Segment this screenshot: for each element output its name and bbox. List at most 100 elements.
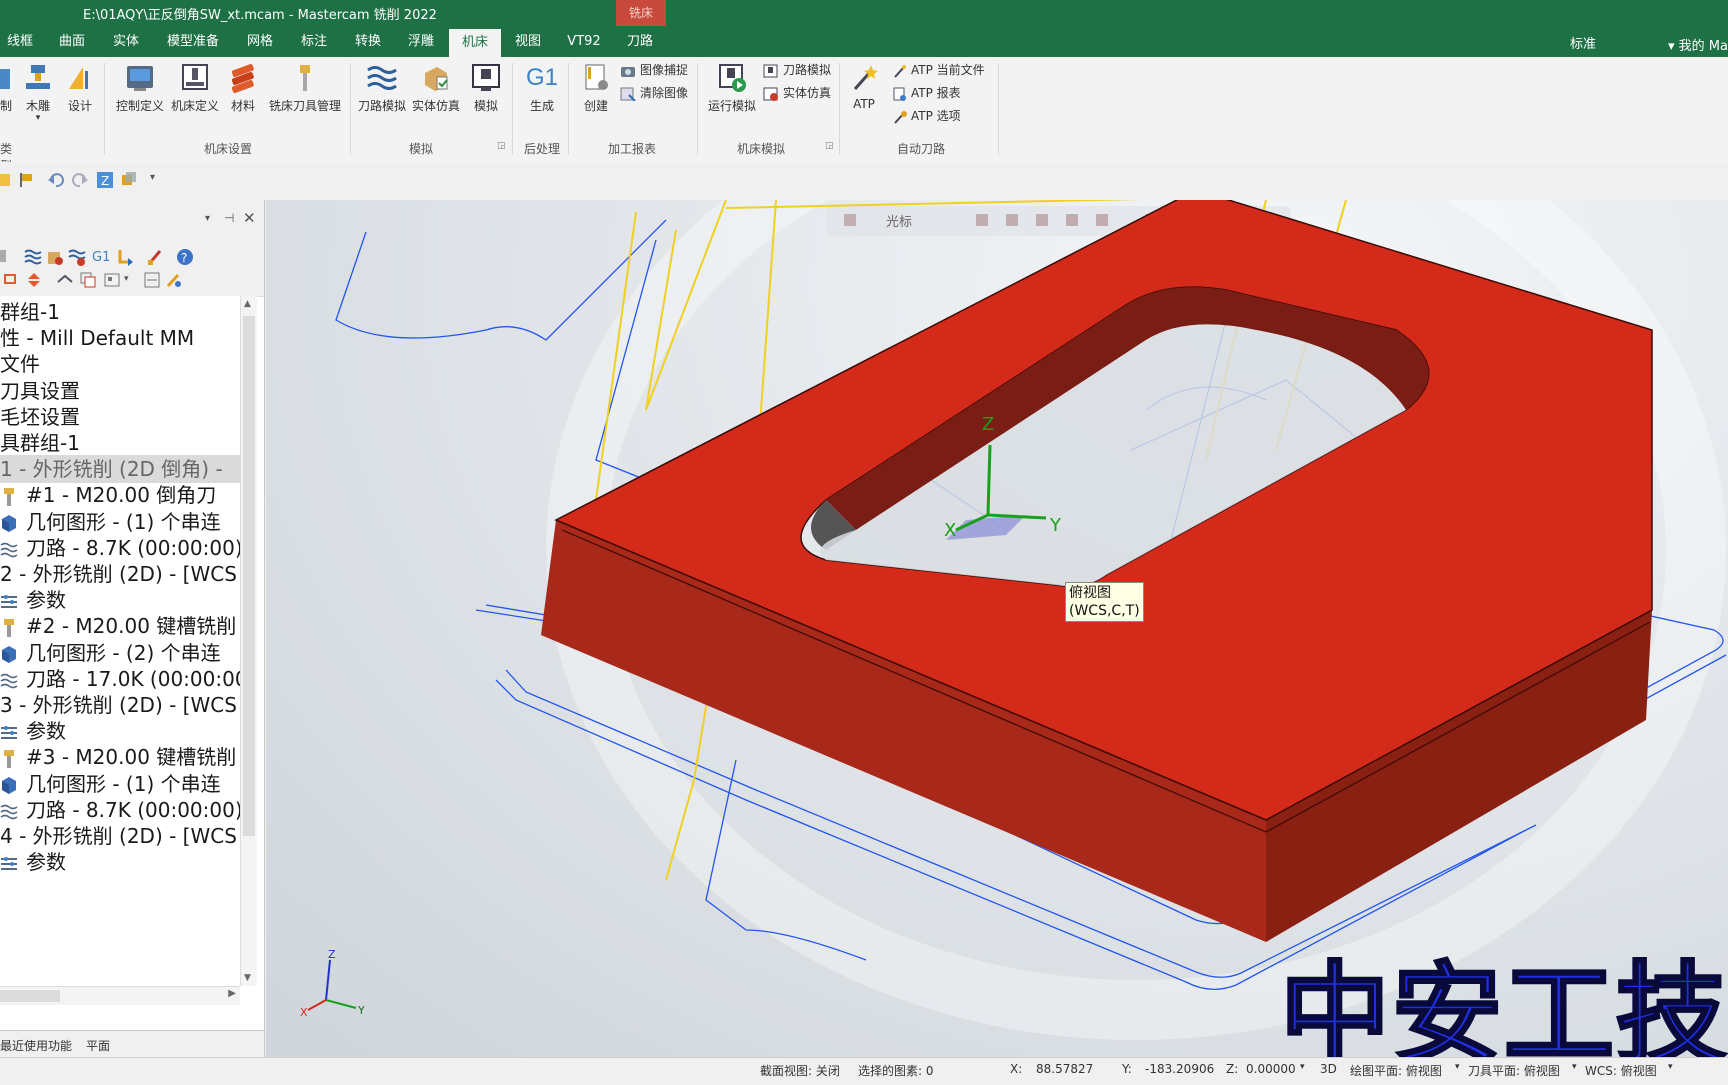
tab-vt92[interactable]: VT92 <box>561 26 607 57</box>
tool-plane-status[interactable]: 刀具平面: 俯视图 <box>1468 1062 1560 1079</box>
tab-view[interactable]: 视图 <box>508 26 548 57</box>
simulate-button[interactable]: 模拟 <box>466 63 506 114</box>
tab-planes[interactable]: 平面 <box>86 1037 110 1054</box>
display-options-dropdown-icon[interactable]: ▾ <box>124 274 129 284</box>
z-coord-value[interactable]: 0.00000 <box>1246 1062 1296 1076</box>
scroll-up-icon[interactable]: ▲ <box>244 299 251 309</box>
scroll-thumb[interactable] <box>243 316 255 836</box>
tab-wireframe[interactable]: 线框 <box>0 26 40 57</box>
draw-plane-dropdown-icon[interactable]: ▾ <box>1455 1062 1460 1072</box>
tree-item[interactable]: 几何图形 - (1) 个串连 <box>0 508 240 536</box>
up-down-arrows-icon[interactable] <box>26 272 42 288</box>
workspace-label[interactable]: 标准 <box>1570 33 1596 52</box>
tree-item[interactable]: 具群组-1 <box>0 429 240 457</box>
tab-solid[interactable]: 实体 <box>106 26 146 57</box>
tab-recent-functions[interactable]: 最近使用功能 <box>0 1037 72 1054</box>
type-button-1[interactable]: 制 <box>0 63 18 114</box>
tool-plane-dropdown-icon[interactable]: ▾ <box>1572 1062 1577 1072</box>
tool-lock-icon[interactable] <box>166 272 182 288</box>
layer-icon[interactable] <box>120 171 138 189</box>
tree-item[interactable]: 刀路 - 17.0K (00:00:00 <box>0 665 240 693</box>
run-simulation-button[interactable]: 运行模拟 <box>704 63 760 114</box>
flag-icon[interactable] <box>18 172 34 188</box>
regen-toolpaths-icon[interactable] <box>24 248 42 266</box>
mill-tool-manager-button[interactable]: 铣床刀具管理 <box>266 63 344 114</box>
tree-item[interactable]: 刀路 - 8.7K (00:00:00) <box>0 796 240 824</box>
toolpath-edit-icon[interactable] <box>146 248 164 266</box>
display-options-icon[interactable] <box>104 272 120 288</box>
tree-item[interactable]: #3 - M20.00 键槽铣削 <box>0 743 240 771</box>
tree-item[interactable]: 3 - 外形铣削 (2D) - [WCS <box>0 691 240 719</box>
select-all-icon[interactable] <box>0 248 8 264</box>
toolbar-icon[interactable] <box>1006 214 1018 226</box>
design-button[interactable]: 设计 <box>63 63 97 114</box>
scroll-right-icon[interactable]: ▶ <box>228 988 236 999</box>
close-icon[interactable]: ✕ <box>243 209 256 227</box>
edit-icon[interactable] <box>0 172 12 188</box>
h-scroll-thumb[interactable] <box>0 990 60 1002</box>
pin-icon[interactable]: ⊣ <box>224 211 234 225</box>
tab-model-prep[interactable]: 模型准备 <box>162 26 224 57</box>
qat-customize-icon[interactable]: ▾ <box>150 172 155 183</box>
solid-verify-button[interactable]: 实体仿真 <box>410 63 462 114</box>
account-menu[interactable]: ▾ 我的 Ma <box>1668 35 1728 54</box>
z-dropdown-icon[interactable]: ▾ <box>1300 1062 1305 1072</box>
simulate-selected-icon[interactable] <box>68 248 86 266</box>
cursor-snap-label[interactable]: 光标 <box>886 215 912 230</box>
wcs-status[interactable]: WCS: 俯视图 <box>1585 1062 1657 1079</box>
tree-item[interactable]: 几何图形 - (1) 个串连 <box>0 770 240 798</box>
batch-icon[interactable] <box>144 272 160 288</box>
section-view-status[interactable]: 截面视图: 关闭 <box>760 1062 840 1079</box>
tree-item[interactable]: 文件 <box>0 350 240 378</box>
atp-report-button[interactable]: ATP 报表 <box>893 84 961 101</box>
tree-item[interactable]: 几何图形 - (2) 个串连 <box>0 639 240 667</box>
toolbar-icon[interactable] <box>1036 214 1048 226</box>
toolpath-sim-button[interactable]: 刀路模拟 <box>356 63 408 114</box>
tree-vertical-scrollbar[interactable]: ▲ ▼ <box>240 296 257 986</box>
tab-relief[interactable]: 浮雕 <box>401 26 441 57</box>
router-button[interactable]: 木雕 ▾ <box>20 63 56 123</box>
toolbar-icon[interactable] <box>1096 214 1108 226</box>
tab-dimension[interactable]: 标注 <box>294 26 334 57</box>
wcs-dropdown-icon[interactable]: ▾ <box>1668 1062 1673 1072</box>
tree-item[interactable]: #1 - M20.00 倒角刀 <box>0 481 240 509</box>
atp-current-file-button[interactable]: ATP 当前文件 <box>893 61 985 78</box>
lock-icon[interactable] <box>56 272 74 288</box>
tree-item[interactable]: 4 - 外形铣削 (2D) - [WCS <box>0 822 240 850</box>
machine-sim-group-launcher[interactable]: ◲ <box>825 141 834 151</box>
image-capture-button[interactable]: 图像捕捉 <box>620 61 688 78</box>
msim-solid-verify-button[interactable]: 实体仿真 <box>763 84 831 101</box>
router-dropdown-icon[interactable]: ▾ <box>20 114 56 123</box>
scroll-down-icon[interactable]: ▼ <box>244 973 251 983</box>
msim-toolpath-sim-button[interactable]: 刀路模拟 <box>763 61 831 78</box>
toolbar-icon[interactable] <box>1066 214 1078 226</box>
verify-selected-icon[interactable] <box>46 248 64 266</box>
copy-icon[interactable] <box>80 272 96 288</box>
move-insert-icon[interactable] <box>116 248 134 266</box>
control-definition-button[interactable]: 控制定义 <box>112 63 168 114</box>
panel-menu-icon[interactable]: ▾ <box>205 213 210 224</box>
report-create-button[interactable]: 创建 <box>576 63 616 114</box>
tab-mesh[interactable]: 网格 <box>240 26 280 57</box>
toolbar-icon[interactable] <box>844 214 856 226</box>
draw-plane-status[interactable]: 绘图平面: 俯视图 <box>1350 1062 1442 1079</box>
view-z-icon[interactable]: Z <box>96 171 114 189</box>
tree-item[interactable]: 参数 <box>0 848 240 876</box>
mode-3d-toggle[interactable]: 3D <box>1320 1062 1337 1076</box>
simulate-group-launcher[interactable]: ◲ <box>497 141 506 151</box>
tree-item[interactable]: #2 - M20.00 键槽铣削 <box>0 612 240 640</box>
tree-item[interactable]: 刀具设置 <box>0 377 240 405</box>
machine-definition-button[interactable]: 机床定义 <box>168 63 222 114</box>
tab-machine[interactable]: 机床 <box>449 29 501 57</box>
atp-button[interactable]: ATP <box>846 63 882 111</box>
tree-item[interactable]: 毛坯设置 <box>0 403 240 431</box>
help-icon[interactable]: ? <box>176 248 194 266</box>
expand-icon[interactable] <box>4 272 18 288</box>
context-tab-mill[interactable]: 铣床 <box>616 0 666 26</box>
tree-item[interactable]: 参数 <box>0 717 240 745</box>
tab-toolpaths[interactable]: 刀路 <box>620 26 660 57</box>
redo-icon[interactable] <box>72 172 88 188</box>
tree-item[interactable]: 参数 <box>0 586 240 614</box>
post-generate-button[interactable]: G1 生成 <box>520 63 564 114</box>
clear-images-button[interactable]: 清除图像 <box>620 84 688 101</box>
